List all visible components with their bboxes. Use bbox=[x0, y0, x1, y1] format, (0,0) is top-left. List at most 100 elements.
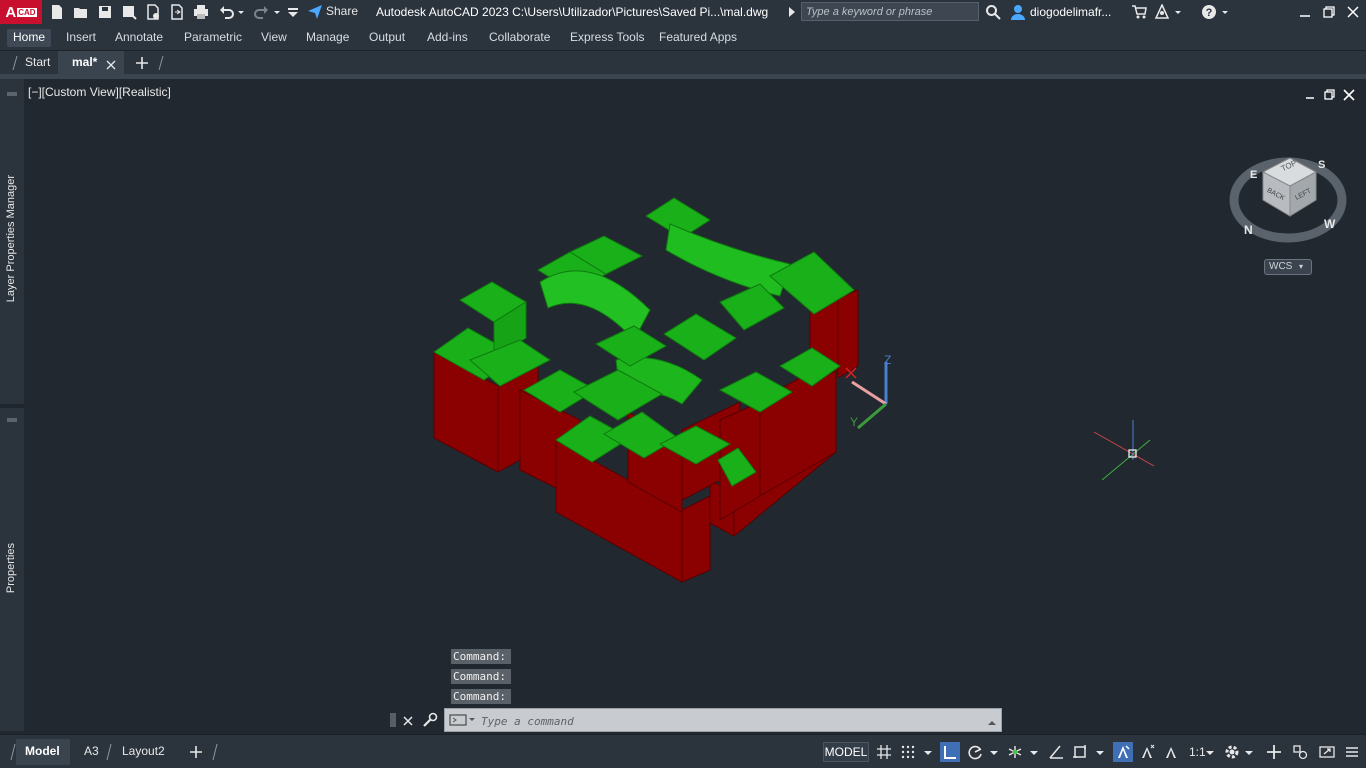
status-bar: Model A3 Layout2 MODEL 1:1 bbox=[0, 734, 1366, 768]
workspace-dropdown-icon[interactable] bbox=[1243, 742, 1255, 762]
command-input-box[interactable] bbox=[444, 708, 1002, 732]
tab-add-ins[interactable]: Add-ins bbox=[421, 29, 474, 47]
help-dropdown-icon[interactable] bbox=[1220, 3, 1230, 21]
palette-grip-icon[interactable] bbox=[6, 83, 18, 96]
restore-window-icon[interactable] bbox=[1319, 3, 1339, 21]
command-history-line: Command: bbox=[451, 669, 511, 684]
doc-tab-start[interactable]: Start bbox=[25, 55, 50, 69]
properties-palette-tab[interactable]: Properties bbox=[5, 543, 17, 593]
palette-grip-icon[interactable] bbox=[6, 409, 18, 422]
help-icon[interactable]: ? bbox=[1200, 3, 1218, 21]
compass-south-label[interactable]: S bbox=[1318, 159, 1325, 171]
annotation-visibility-icon[interactable] bbox=[1113, 742, 1133, 762]
command-prompt-icon[interactable] bbox=[449, 713, 477, 727]
polar-tracking-icon[interactable] bbox=[965, 742, 985, 762]
tab-view[interactable]: View bbox=[255, 29, 293, 47]
command-line-grip-icon[interactable] bbox=[390, 712, 396, 728]
object-snap-dropdown-icon[interactable] bbox=[1094, 742, 1106, 762]
auto-scale-icon[interactable] bbox=[1137, 742, 1157, 762]
customize-toolbar-icon[interactable] bbox=[286, 3, 300, 21]
viewcube[interactable]: TOP BACK LEFT E S N W bbox=[1228, 138, 1348, 250]
undo-dropdown-icon[interactable] bbox=[236, 3, 246, 21]
tab-insert[interactable]: Insert bbox=[60, 29, 102, 47]
compass-west-label[interactable]: W bbox=[1324, 217, 1336, 231]
user-icon[interactable] bbox=[1009, 3, 1027, 21]
open-web-icon[interactable] bbox=[144, 3, 162, 21]
viewport-close-icon[interactable] bbox=[1343, 88, 1355, 101]
customize-status-bar-icon[interactable] bbox=[1342, 742, 1362, 762]
viewport-controls-label[interactable]: [−][Custom View][Realistic] bbox=[28, 85, 171, 99]
snap-dropdown-icon[interactable] bbox=[922, 742, 934, 762]
save-icon[interactable] bbox=[96, 3, 114, 21]
command-input[interactable] bbox=[481, 712, 981, 730]
plot-icon[interactable] bbox=[192, 3, 210, 21]
save-as-icon[interactable] bbox=[120, 3, 138, 21]
redo-dropdown-icon[interactable] bbox=[272, 3, 282, 21]
ortho-icon[interactable] bbox=[940, 742, 960, 762]
undo-icon[interactable] bbox=[218, 3, 236, 21]
annotation-monitor-icon[interactable] bbox=[1264, 742, 1284, 762]
share-icon[interactable] bbox=[306, 3, 324, 21]
app-logo[interactable]: A CAD bbox=[0, 0, 42, 24]
layer-properties-manager-tab[interactable]: Layer Properties Manager bbox=[5, 175, 17, 302]
annotation-scale-icon[interactable] bbox=[1161, 742, 1181, 762]
tab-divider bbox=[212, 743, 218, 761]
app-store-dropdown-icon[interactable] bbox=[1173, 3, 1183, 21]
grid-icon[interactable] bbox=[874, 742, 894, 762]
autodesk-app-store-icon[interactable] bbox=[1153, 3, 1171, 21]
tab-collaborate[interactable]: Collaborate bbox=[483, 29, 556, 47]
document-tab-bar: Start mal* bbox=[0, 50, 1366, 74]
viewport-restore-icon[interactable] bbox=[1324, 88, 1336, 100]
tab-annotate[interactable]: Annotate bbox=[109, 29, 169, 47]
compass-east-label[interactable]: E bbox=[1250, 169, 1257, 181]
object-snap-icon[interactable] bbox=[1070, 742, 1090, 762]
title-bar: A CAD Share Autodesk AutoCAD 2023 C:\Use… bbox=[0, 0, 1366, 24]
tab-featured-apps[interactable]: Featured Apps bbox=[653, 29, 743, 47]
cart-icon[interactable] bbox=[1130, 3, 1148, 21]
tab-home[interactable]: Home bbox=[7, 29, 52, 47]
model-space-button[interactable]: MODEL bbox=[823, 742, 869, 762]
ucs-icon: Z Y bbox=[845, 353, 891, 430]
new-layout-icon[interactable] bbox=[188, 744, 204, 760]
close-window-icon[interactable] bbox=[1343, 3, 1363, 21]
ucs-y-label: Y bbox=[850, 415, 858, 429]
layout-tab-a3[interactable]: A3 bbox=[84, 744, 99, 758]
search-icon[interactable] bbox=[984, 3, 1002, 21]
clean-screen-icon[interactable] bbox=[1317, 742, 1337, 762]
share-button[interactable]: Share bbox=[326, 4, 358, 18]
layout-tab-layout2[interactable]: Layout2 bbox=[122, 744, 165, 758]
close-tab-icon[interactable] bbox=[106, 57, 116, 70]
compass-north-label[interactable]: N bbox=[1244, 223, 1253, 237]
svg-text:?: ? bbox=[1206, 7, 1213, 19]
layout-tab-model-label: Model bbox=[25, 744, 60, 758]
isometric-dropdown-icon[interactable] bbox=[1028, 742, 1040, 762]
new-file-icon[interactable] bbox=[48, 3, 66, 21]
tab-express-tools[interactable]: Express Tools bbox=[564, 29, 650, 47]
tab-parametric[interactable]: Parametric bbox=[178, 29, 248, 47]
snap-icon[interactable] bbox=[898, 742, 918, 762]
viewport-minimize-icon[interactable] bbox=[1304, 88, 1316, 100]
new-tab-icon[interactable] bbox=[134, 55, 150, 71]
scale-dropdown-icon[interactable] bbox=[1204, 742, 1216, 762]
close-command-line-icon[interactable] bbox=[402, 714, 414, 726]
customize-wrench-icon[interactable] bbox=[422, 712, 438, 728]
command-history-arrow-icon[interactable] bbox=[987, 715, 997, 725]
3d-model[interactable] bbox=[420, 190, 880, 590]
tab-output[interactable]: Output bbox=[363, 29, 411, 47]
open-folder-icon[interactable] bbox=[72, 3, 90, 21]
isometric-drafting-icon[interactable] bbox=[1005, 742, 1025, 762]
minimize-window-icon[interactable] bbox=[1295, 3, 1315, 21]
doc-tab-current[interactable]: mal* bbox=[58, 51, 124, 74]
wcs-menu[interactable]: WCS ▾ bbox=[1264, 259, 1312, 275]
expand-arrow-icon[interactable] bbox=[786, 3, 798, 21]
layout-tab-model[interactable]: Model bbox=[16, 739, 70, 765]
workspace-gear-icon[interactable] bbox=[1222, 742, 1242, 762]
object-snap-tracking-icon[interactable] bbox=[1046, 742, 1066, 762]
isolate-objects-icon[interactable] bbox=[1290, 742, 1310, 762]
redo-icon[interactable] bbox=[252, 3, 270, 21]
save-web-icon[interactable] bbox=[168, 3, 186, 21]
tab-manage[interactable]: Manage bbox=[300, 29, 355, 47]
user-account-button[interactable]: diogodelimafr... bbox=[1030, 5, 1111, 19]
polar-dropdown-icon[interactable] bbox=[988, 742, 1000, 762]
search-input[interactable] bbox=[801, 2, 979, 21]
